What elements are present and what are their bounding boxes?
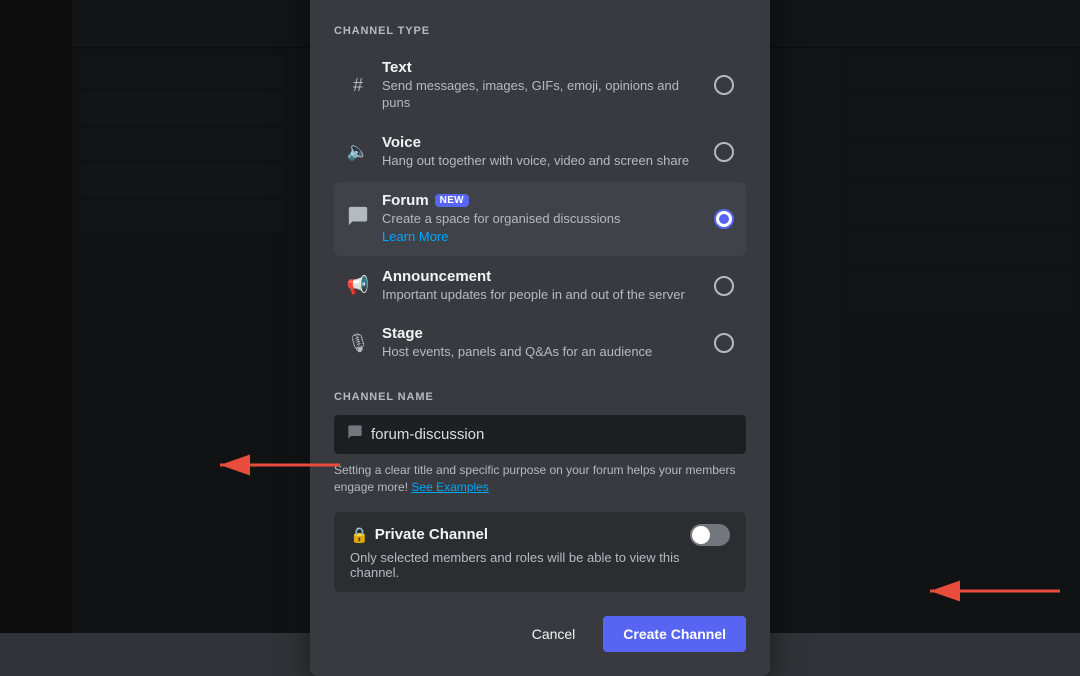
private-channel-section: 🔒 Private Channel Only selected members … (334, 512, 746, 592)
text-option-desc: Send messages, images, GIFs, emoji, opin… (382, 78, 702, 112)
text-option-name: Text (382, 59, 702, 76)
announcement-option-name: Announcement (382, 268, 702, 285)
lock-icon: 🔒 (350, 526, 369, 544)
channel-type-label: CHANNEL TYPE (334, 25, 746, 37)
modal-footer: Cancel Create Channel (334, 616, 746, 652)
channel-option-voice[interactable]: 🔈 Voice Hang out together with voice, vi… (334, 124, 746, 180)
voice-option-info: Voice Hang out together with voice, vide… (382, 134, 702, 170)
voice-option-desc: Hang out together with voice, video and … (382, 153, 702, 170)
text-option-info: Text Send messages, images, GIFs, emoji,… (382, 59, 702, 112)
forum-option-name: Forum NEW (382, 192, 702, 209)
forum-option-desc: Create a space for organised discussions (382, 211, 702, 228)
modal-header: Create Channel × (334, 0, 746, 5)
channel-input-icon (347, 424, 363, 445)
new-badge: NEW (435, 194, 469, 207)
modal-overlay: Create Channel × CHANNEL TYPE # Text Sen… (0, 0, 1080, 633)
channel-name-input[interactable] (371, 426, 733, 443)
stage-option-desc: Host events, panels and Q&As for an audi… (382, 344, 702, 361)
voice-radio[interactable] (714, 142, 734, 162)
channel-name-input-wrap (334, 415, 746, 454)
toggle-knob (692, 526, 710, 544)
forum-channel-icon (346, 205, 370, 232)
channel-name-label: CHANNEL NAME (334, 391, 746, 403)
channel-option-stage[interactable]: 🎙 Stage Host events, panels and Q&As for… (334, 315, 746, 371)
stage-option-name: Stage (382, 325, 702, 342)
announcement-option-info: Announcement Important updates for peopl… (382, 268, 702, 304)
voice-channel-icon: 🔈 (346, 141, 370, 162)
text-radio[interactable] (714, 75, 734, 95)
create-channel-button[interactable]: Create Channel (603, 616, 746, 652)
channel-option-forum[interactable]: Forum NEW Create a space for organised d… (334, 182, 746, 256)
forum-radio[interactable] (714, 209, 734, 229)
cancel-button[interactable]: Cancel (516, 616, 592, 652)
create-channel-modal: Create Channel × CHANNEL TYPE # Text Sen… (310, 0, 770, 676)
channel-name-hint: Setting a clear title and specific purpo… (334, 462, 746, 496)
channel-name-section: CHANNEL NAME Setting a clear title and s… (334, 391, 746, 496)
private-channel-title: 🔒 Private Channel (350, 526, 488, 544)
stage-radio[interactable] (714, 333, 734, 353)
announcement-channel-icon: 📢 (346, 275, 370, 296)
announcement-option-desc: Important updates for people in and out … (382, 287, 702, 304)
private-channel-desc: Only selected members and roles will be … (350, 550, 730, 580)
private-channel-header: 🔒 Private Channel (350, 524, 730, 546)
private-channel-toggle[interactable] (690, 524, 730, 546)
voice-option-name: Voice (382, 134, 702, 151)
channel-option-text[interactable]: # Text Send messages, images, GIFs, emoj… (334, 49, 746, 122)
channel-type-options: # Text Send messages, images, GIFs, emoj… (334, 49, 746, 371)
see-examples-link[interactable]: See Examples (411, 480, 488, 494)
text-channel-icon: # (346, 75, 370, 96)
announcement-radio[interactable] (714, 276, 734, 296)
close-button[interactable]: × (730, 0, 746, 5)
stage-channel-icon: 🎙 (346, 333, 370, 354)
learn-more-link[interactable]: Learn More (382, 229, 448, 244)
stage-option-info: Stage Host events, panels and Q&As for a… (382, 325, 702, 361)
forum-option-info: Forum NEW Create a space for organised d… (382, 192, 702, 246)
modal-title: Create Channel (334, 0, 481, 5)
channel-option-announcement[interactable]: 📢 Announcement Important updates for peo… (334, 258, 746, 314)
